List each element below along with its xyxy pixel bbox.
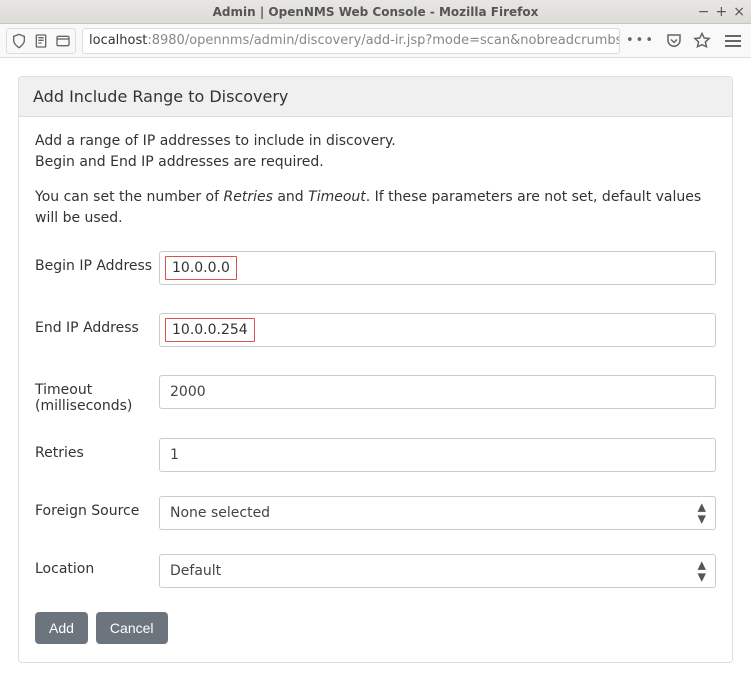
begin-ip-input[interactable]: 10.0.0.0: [159, 251, 716, 285]
add-button[interactable]: Add: [35, 612, 88, 644]
identity-box[interactable]: [6, 28, 76, 54]
location-select[interactable]: Default: [159, 554, 716, 588]
desc-line: You can set the number of Retries and Ti…: [35, 187, 716, 229]
page-icon: [33, 33, 49, 49]
card-description: Add a range of IP addresses to include i…: [35, 131, 716, 229]
window-titlebar: Admin | OpenNMS Web Console - Mozilla Fi…: [0, 0, 751, 24]
foreign-source-label: Foreign Source: [35, 496, 159, 519]
retries-input[interactable]: [159, 438, 716, 472]
url-bar[interactable]: localhost:8980/opennms/admin/discovery/a…: [82, 28, 620, 54]
foreign-source-select[interactable]: None selected: [159, 496, 716, 530]
more-icon[interactable]: •••: [626, 33, 655, 48]
end-ip-input[interactable]: 10.0.0.254: [159, 313, 716, 347]
url-host: localhost: [89, 33, 147, 48]
browser-toolbar: localhost:8980/opennms/admin/discovery/a…: [0, 24, 751, 58]
end-ip-value: 10.0.0.254: [165, 318, 255, 342]
timeout-label: Timeout (milliseconds): [35, 375, 159, 414]
cancel-button[interactable]: Cancel: [96, 612, 168, 644]
card-title: Add Include Range to Discovery: [19, 77, 732, 117]
desc-line: Begin and End IP addresses are required.: [35, 152, 716, 173]
hamburger-menu-icon[interactable]: [721, 31, 745, 51]
discovery-range-card: Add Include Range to Discovery Add a ran…: [18, 76, 733, 663]
location-label: Location: [35, 554, 159, 577]
retries-label: Retries: [35, 438, 159, 461]
end-ip-label: End IP Address: [35, 313, 159, 336]
minimize-icon[interactable]: −: [698, 4, 710, 20]
desc-line: Add a range of IP addresses to include i…: [35, 131, 716, 152]
maximize-icon[interactable]: +: [716, 4, 728, 20]
window-title: Admin | OpenNMS Web Console - Mozilla Fi…: [213, 5, 539, 19]
begin-ip-value: 10.0.0.0: [165, 256, 237, 280]
begin-ip-label: Begin IP Address: [35, 251, 159, 274]
shield-icon: [11, 33, 27, 49]
timeout-input[interactable]: [159, 375, 716, 409]
star-icon[interactable]: [693, 32, 711, 50]
pocket-icon[interactable]: [665, 32, 683, 50]
reader-icon: [55, 33, 71, 49]
url-path: :8980/opennms/admin/discovery/add-ir.jsp…: [147, 33, 620, 48]
close-icon[interactable]: ×: [733, 4, 745, 20]
